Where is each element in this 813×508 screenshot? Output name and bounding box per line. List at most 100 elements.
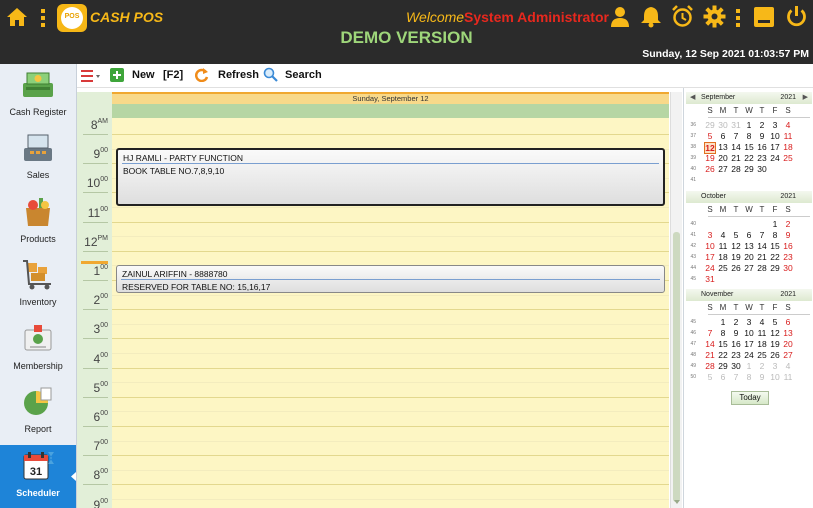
vertical-scrollbar[interactable] xyxy=(670,92,682,508)
calendar-day[interactable]: 5 xyxy=(704,131,716,141)
calendar-day[interactable]: 30 xyxy=(730,361,742,371)
sidebar-item-membership[interactable]: Membership xyxy=(0,318,76,381)
calendar-day[interactable]: 3 xyxy=(704,230,716,240)
appointment[interactable]: ZAINUL ARIFFIN - 8888780 RESERVED FOR TA… xyxy=(116,265,665,293)
scrollbar-thumb[interactable] xyxy=(673,232,680,502)
sidebar-item-report[interactable]: Report xyxy=(0,381,76,444)
sidebar-item-sales[interactable]: Sales xyxy=(0,127,76,190)
calendar-day[interactable]: 1 xyxy=(743,120,755,130)
calendar-day[interactable]: 8 xyxy=(717,328,729,338)
calendar-day[interactable]: 12 xyxy=(730,241,742,251)
search-button[interactable]: Search xyxy=(285,69,322,81)
calendar-day[interactable]: 18 xyxy=(782,142,794,152)
calendar-day[interactable]: 20 xyxy=(743,252,755,262)
calendar-day[interactable]: 23 xyxy=(730,350,742,360)
calendar-day[interactable]: 28 xyxy=(730,164,742,174)
day-header[interactable]: Sunday, September 12 xyxy=(112,92,669,104)
calendar-day[interactable]: 22 xyxy=(717,350,729,360)
calendar-day[interactable]: 15 xyxy=(717,339,729,349)
refresh-button[interactable]: Refresh xyxy=(218,69,259,81)
calendar-day[interactable]: 3 xyxy=(743,317,755,327)
calendar-day[interactable]: 21 xyxy=(756,252,768,262)
calendar-day[interactable]: 26 xyxy=(704,164,716,174)
calendar-day[interactable]: 16 xyxy=(730,339,742,349)
calendar-day[interactable]: 30 xyxy=(756,164,768,174)
calendar-day[interactable]: 23 xyxy=(782,252,794,262)
calendar-day[interactable]: 30 xyxy=(782,263,794,273)
view-menu-icon[interactable] xyxy=(81,69,101,83)
calendar-day[interactable]: 19 xyxy=(769,339,781,349)
calendar-day[interactable]: 7 xyxy=(730,372,742,382)
sidebar-item-inventory[interactable]: Inventory xyxy=(0,254,76,317)
refresh-icon[interactable] xyxy=(195,68,209,82)
calendar-day[interactable]: 13 xyxy=(743,241,755,251)
sidebar-item-products[interactable]: Products xyxy=(0,191,76,254)
calendar-day[interactable]: 28 xyxy=(704,361,716,371)
prev-month-icon[interactable]: ◀ xyxy=(690,93,695,101)
calendar-day[interactable]: 10 xyxy=(743,328,755,338)
calendar-day[interactable]: 6 xyxy=(782,317,794,327)
all-day-area[interactable] xyxy=(112,104,669,118)
calendar-day[interactable]: 9 xyxy=(756,372,768,382)
calendar-day[interactable]: 11 xyxy=(756,328,768,338)
calendar-day[interactable]: 31 xyxy=(730,120,742,130)
calendar-day[interactable]: 3 xyxy=(769,120,781,130)
calendar-day[interactable]: 13 xyxy=(717,142,729,152)
scroll-down-icon[interactable] xyxy=(673,498,681,506)
calendar-day[interactable]: 27 xyxy=(743,263,755,273)
power-icon[interactable] xyxy=(785,5,808,28)
gear-icon[interactable] xyxy=(703,5,726,28)
bell-icon[interactable] xyxy=(640,5,662,28)
add-icon[interactable] xyxy=(110,68,124,82)
vertical-dots-icon[interactable] xyxy=(734,8,742,28)
calendar-day[interactable]: 14 xyxy=(756,241,768,251)
calendar-day[interactable]: 10 xyxy=(704,241,716,251)
alarm-clock-icon[interactable] xyxy=(671,5,694,28)
calendar-day[interactable]: 12 xyxy=(769,328,781,338)
calendar-day[interactable]: 23 xyxy=(756,153,768,163)
calendar-day[interactable]: 6 xyxy=(743,230,755,240)
calendar-day[interactable]: 4 xyxy=(782,361,794,371)
calendar-day[interactable]: 21 xyxy=(730,153,742,163)
calendar-day[interactable]: 2 xyxy=(756,361,768,371)
calendar-day[interactable]: 31 xyxy=(704,274,716,284)
calendar-day[interactable]: 2 xyxy=(782,219,794,229)
calendar-day[interactable]: 6 xyxy=(717,372,729,382)
today-button[interactable]: Today xyxy=(731,391,769,405)
home-icon[interactable] xyxy=(6,7,28,27)
calendar-day[interactable]: 22 xyxy=(769,252,781,262)
calendar-day[interactable]: 29 xyxy=(769,263,781,273)
calendar-day[interactable]: 1 xyxy=(769,219,781,229)
calendar-day[interactable]: 8 xyxy=(743,372,755,382)
calendar-day[interactable]: 18 xyxy=(717,252,729,262)
calendar-day[interactable]: 10 xyxy=(769,131,781,141)
calendar-day[interactable]: 24 xyxy=(704,263,716,273)
calendar-day[interactable]: 19 xyxy=(704,153,716,163)
calendar-day[interactable]: 27 xyxy=(782,350,794,360)
calendar-day[interactable]: 7 xyxy=(730,131,742,141)
calendar-day[interactable]: 8 xyxy=(743,131,755,141)
calendar-day[interactable]: 15 xyxy=(743,142,755,152)
calendar-day[interactable]: 15 xyxy=(769,241,781,251)
next-month-icon[interactable]: ▶ xyxy=(803,93,808,101)
calendar-day[interactable]: 17 xyxy=(743,339,755,349)
calendar-day[interactable]: 5 xyxy=(704,372,716,382)
calendar-day[interactable]: 10 xyxy=(769,372,781,382)
calendar-day[interactable]: 28 xyxy=(756,263,768,273)
sidebar-item-scheduler[interactable]: 31 Scheduler xyxy=(0,445,76,508)
calendar-day[interactable]: 16 xyxy=(782,241,794,251)
vertical-dots-icon[interactable] xyxy=(39,8,47,28)
calendar-day[interactable]: 5 xyxy=(769,317,781,327)
calendar-day[interactable]: 25 xyxy=(717,263,729,273)
calendar-day[interactable]: 7 xyxy=(704,328,716,338)
calendar-day[interactable]: 17 xyxy=(704,252,716,262)
sidebar-item-cash-register[interactable]: Cash Register xyxy=(0,64,76,127)
new-button[interactable]: New xyxy=(132,69,155,81)
calendar-day[interactable]: 1 xyxy=(743,361,755,371)
calendar-day[interactable]: 5 xyxy=(730,230,742,240)
calendar-day[interactable]: 25 xyxy=(756,350,768,360)
calendar-day[interactable]: 24 xyxy=(769,153,781,163)
calendar-day[interactable]: 20 xyxy=(717,153,729,163)
calendar-day[interactable]: 4 xyxy=(717,230,729,240)
calendar-day[interactable]: 1 xyxy=(717,317,729,327)
